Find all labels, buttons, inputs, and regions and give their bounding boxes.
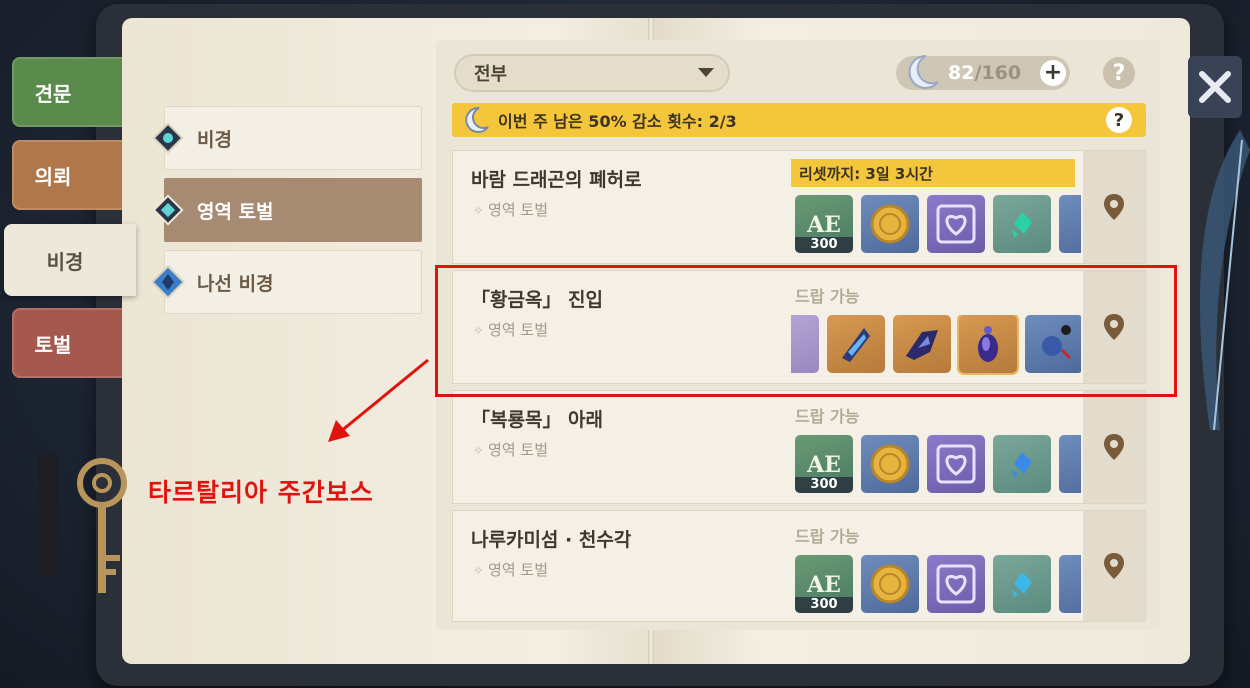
item-quantity: 300	[795, 597, 853, 613]
item-partial-icon[interactable]	[1059, 195, 1081, 253]
location-pin-button[interactable]	[1083, 151, 1145, 263]
domain-category: 영역 토벌	[473, 439, 548, 460]
tab-explore[interactable]: 견문	[12, 57, 124, 127]
filter-dropdown[interactable]: 전부	[454, 54, 730, 92]
gem-fragment-icon[interactable]	[993, 555, 1051, 613]
original-resin-counter: 82/160 +	[896, 54, 1070, 90]
domain-category: 영역 토벌	[473, 559, 548, 580]
reward-items: AE 300	[795, 435, 1081, 495]
resin-max: /160	[974, 62, 1022, 84]
gem-fragment-icon[interactable]	[993, 435, 1051, 493]
category-spiral-abyss[interactable]: 나선 비경	[151, 250, 422, 314]
filter-selected-value: 전부	[474, 64, 508, 85]
adventure-exp-icon[interactable]: AE 300	[795, 555, 853, 613]
domain-name: 바람 드래곤의 폐허로	[471, 169, 642, 191]
resin-current: 82	[948, 62, 975, 84]
annotation-text: 타르탈리아 주간보스	[148, 478, 374, 507]
svg-text:AE: AE	[806, 572, 841, 598]
banner-help-icon[interactable]: ?	[1106, 107, 1132, 133]
companionship-exp-icon[interactable]	[927, 555, 985, 613]
adventure-exp-icon[interactable]: AE 300	[795, 195, 853, 253]
close-button[interactable]	[1188, 56, 1242, 118]
add-resin-button[interactable]: +	[1040, 60, 1066, 86]
location-pin-icon	[1104, 553, 1124, 579]
tab-domain-label: 비경	[46, 249, 84, 274]
quill-icon	[1200, 130, 1250, 430]
drop-label: 드랍 가능	[795, 527, 860, 546]
weekly-discount-banner: 이번 주 남은 50% 감소 횟수: 2/3 ?	[452, 103, 1146, 137]
companionship-exp-icon[interactable]	[927, 195, 985, 253]
tab-domain[interactable]: 비경	[4, 224, 136, 296]
companionship-exp-icon[interactable]	[927, 435, 985, 493]
svg-text:AE: AE	[806, 452, 841, 478]
category-domain-label: 비경	[197, 128, 232, 151]
reward-items: AE 300	[795, 195, 1081, 255]
item-partial-icon[interactable]	[1059, 555, 1081, 613]
domain-row[interactable]: 바람 드래곤의 폐허로 영역 토벌 리셋까지: 3일 3시간 AE 300	[452, 150, 1146, 264]
domain-row[interactable]: 나루카미섬 · 천수각 영역 토벌 드랍 가능 AE 300	[452, 510, 1146, 622]
category-trounce-label: 영역 토벌	[197, 200, 274, 223]
mora-coin-icon[interactable]	[861, 435, 919, 493]
category-trounce-domain[interactable]: 영역 토벌	[152, 178, 422, 242]
reward-items: AE 300	[795, 555, 1081, 615]
item-quantity: 300	[795, 477, 853, 493]
domain-name: 나루카미섬 · 천수각	[471, 529, 632, 551]
resin-moon-icon	[908, 54, 939, 89]
category-domain[interactable]: 비경	[152, 106, 422, 170]
trounce-diamond-icon	[151, 193, 185, 227]
tab-boss-label: 토벌	[34, 332, 72, 357]
domain-category: 영역 토벌	[473, 199, 548, 220]
help-icon[interactable]: ?	[1103, 57, 1135, 89]
location-pin-button[interactable]	[1083, 511, 1145, 621]
reset-timer: 리셋까지: 3일 3시간	[791, 159, 1075, 187]
annotation-highlight-box	[435, 265, 1177, 397]
tab-request[interactable]: 의뢰	[12, 140, 124, 210]
domain-name: 「복룡목」 아래	[471, 409, 604, 431]
spiral-abyss-icon	[151, 265, 185, 299]
mora-coin-icon[interactable]	[861, 195, 919, 253]
location-pin-button[interactable]	[1083, 391, 1145, 503]
drop-label: 드랍 가능	[795, 407, 860, 426]
category-spiral-label: 나선 비경	[197, 272, 274, 295]
domain-row[interactable]: 「복룡목」 아래 영역 토벌 드랍 가능 AE 300	[452, 390, 1146, 504]
tab-explore-label: 견문	[34, 81, 72, 106]
adventure-exp-icon[interactable]: AE 300	[795, 435, 853, 493]
key-icon	[38, 455, 127, 593]
mora-coin-icon[interactable]	[861, 555, 919, 613]
item-quantity: 300	[795, 237, 853, 253]
location-pin-icon	[1104, 434, 1124, 460]
chevron-down-icon	[698, 68, 714, 77]
domain-diamond-icon	[151, 121, 185, 155]
banner-text: 이번 주 남은 50% 감소 횟수: 2/3	[498, 112, 737, 131]
tab-boss[interactable]: 토벌	[12, 308, 124, 378]
close-icon	[1199, 71, 1231, 103]
item-partial-icon[interactable]	[1059, 435, 1081, 493]
tab-request-label: 의뢰	[34, 164, 72, 189]
gem-fragment-icon[interactable]	[993, 195, 1051, 253]
svg-text:AE: AE	[806, 212, 841, 238]
annotation-arrow-icon	[328, 358, 429, 442]
location-pin-icon	[1104, 194, 1124, 220]
resin-moon-icon	[465, 106, 489, 133]
